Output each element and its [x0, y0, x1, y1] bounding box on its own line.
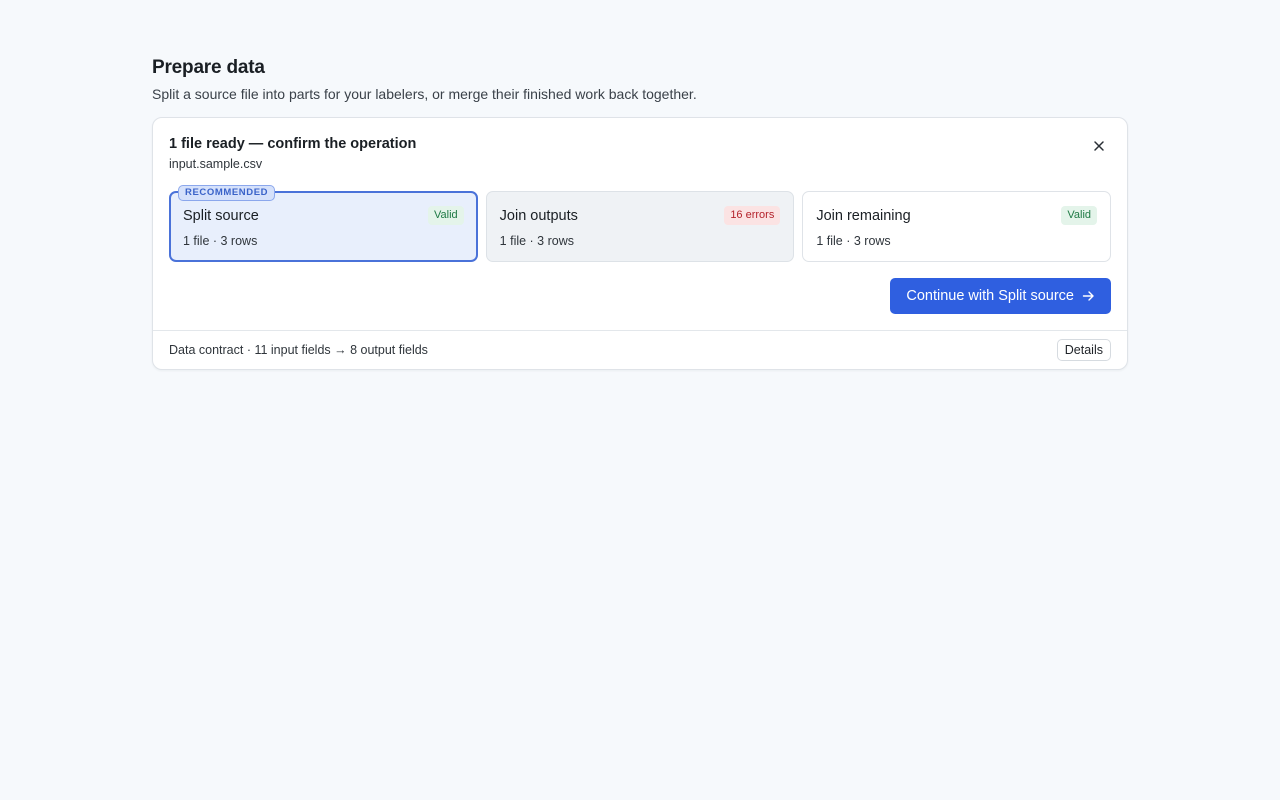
details-button[interactable]: Details	[1056, 339, 1111, 361]
close-button[interactable]	[1087, 134, 1111, 158]
option-meta: 1 file · 3 rows	[499, 234, 575, 248]
page-title: Prepare data	[152, 57, 265, 78]
status-badge: 16 errors	[724, 206, 781, 225]
operation-panel: 1 file ready — confirm the operation inp…	[152, 117, 1128, 370]
operation-options: RECOMMENDED Split source Valid 1 file · …	[169, 185, 1112, 262]
option-join-remaining[interactable]: Join remaining Valid 1 file · 3 rows	[802, 191, 1112, 262]
panel-heading: 1 file ready — confirm the operation	[169, 136, 417, 152]
status-badge: Valid	[1061, 206, 1098, 225]
page-subtitle: Split a source file into parts for your …	[152, 86, 697, 102]
data-contract-summary: Data contract · 11 input fields → 8 outp…	[169, 343, 428, 357]
arrow-right-icon	[1082, 291, 1094, 301]
continue-button[interactable]: Continue with Split source	[890, 278, 1111, 314]
panel-footer: Data contract · 11 input fields → 8 outp…	[153, 330, 1127, 369]
close-icon	[1094, 141, 1104, 151]
prepare-data-page: Prepare data Split a source file into pa…	[152, 56, 1128, 370]
recommended-tag: RECOMMENDED	[178, 185, 276, 201]
option-meta: 1 file · 3 rows	[183, 234, 258, 248]
option-split-source[interactable]: RECOMMENDED Split source Valid 1 file · …	[169, 185, 478, 262]
action-row: Continue with Split source	[169, 278, 1111, 314]
option-join-outputs[interactable]: Join outputs 16 errors 1 file · 3 rows	[485, 191, 795, 262]
file-name: input.sample.csv	[169, 157, 263, 171]
option-name: Split source	[183, 207, 259, 224]
status-badge: Valid	[428, 206, 464, 225]
continue-button-label: Continue with Split source	[906, 288, 1074, 304]
option-name: Join outputs	[499, 207, 578, 224]
option-name: Join remaining	[816, 207, 911, 224]
option-meta: 1 file · 3 rows	[816, 234, 891, 248]
panel-body: 1 file ready — confirm the operation inp…	[153, 118, 1127, 330]
